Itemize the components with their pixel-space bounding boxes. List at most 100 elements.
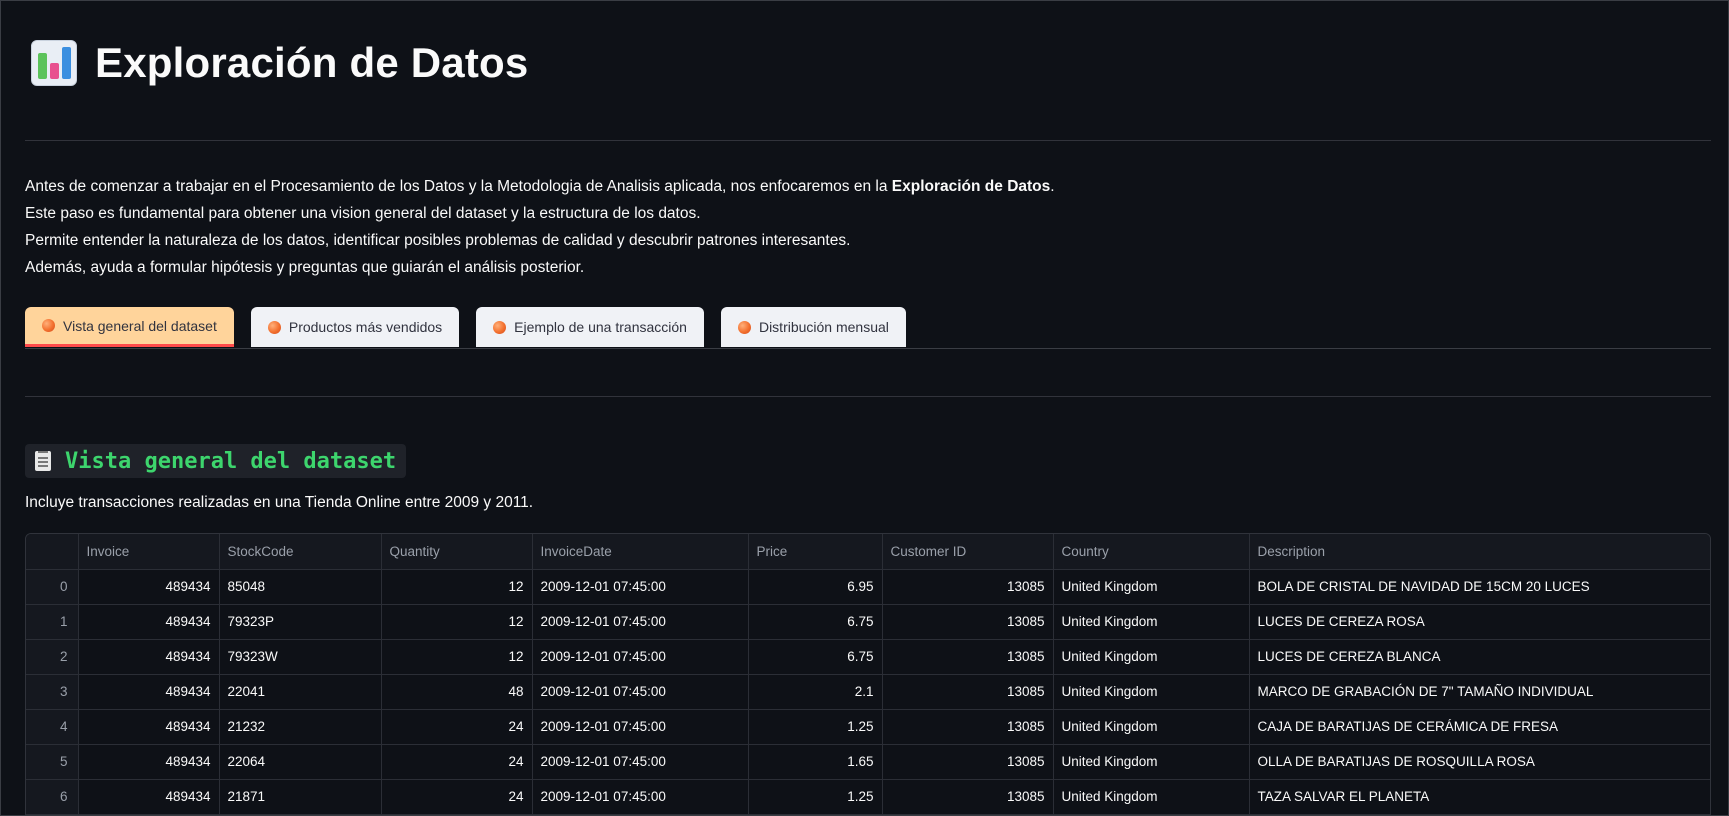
row-index: 4 bbox=[26, 709, 79, 745]
table-cell[interactable]: 13085 bbox=[882, 744, 1054, 780]
row-index: 1 bbox=[26, 604, 79, 640]
table-cell[interactable]: 13085 bbox=[882, 709, 1054, 745]
tab-distribucion-mensual[interactable]: Distribución mensual bbox=[720, 307, 906, 347]
table-cell[interactable]: 489434 bbox=[78, 604, 220, 640]
orange-dot-icon bbox=[493, 320, 507, 334]
table-cell[interactable]: 489434 bbox=[78, 779, 220, 815]
table-cell[interactable]: 21871 bbox=[219, 779, 382, 815]
table-cell[interactable]: 489434 bbox=[78, 709, 220, 745]
intro-line-1: Antes de comenzar a trabajar en el Proce… bbox=[25, 178, 1055, 195]
column-header[interactable]: InvoiceDate bbox=[532, 534, 749, 570]
tab-productos-mas-vendidos[interactable]: Productos más vendidos bbox=[250, 307, 460, 347]
table-cell[interactable]: BOLA DE CRISTAL DE NAVIDAD DE 15CM 20 LU… bbox=[1249, 569, 1710, 605]
tab-vista-general[interactable]: Vista general del dataset bbox=[25, 307, 234, 347]
table-cell[interactable]: 21232 bbox=[219, 709, 382, 745]
row-index: 2 bbox=[26, 639, 79, 675]
table-cell[interactable]: LUCES DE CEREZA BLANCA bbox=[1249, 639, 1710, 675]
table-cell[interactable]: 1.25 bbox=[748, 779, 883, 815]
divider bbox=[25, 396, 1711, 397]
table-cell[interactable]: LUCES DE CEREZA ROSA bbox=[1249, 604, 1710, 640]
table-cell[interactable]: 13085 bbox=[882, 779, 1054, 815]
table-cell[interactable]: 2009-12-01 07:45:00 bbox=[532, 569, 749, 605]
table-cell[interactable]: TAZA SALVAR EL PLANETA bbox=[1249, 779, 1710, 815]
table-cell[interactable]: 489434 bbox=[78, 744, 220, 780]
table-cell[interactable]: 48 bbox=[381, 674, 533, 710]
table-cell[interactable]: 12 bbox=[381, 639, 533, 675]
table-cell[interactable]: OLLA DE BARATIJAS DE ROSQUILLA ROSA bbox=[1249, 744, 1710, 780]
tab-label: Vista general del dataset bbox=[63, 317, 217, 334]
tab-label: Ejemplo de una transacción bbox=[514, 319, 687, 335]
table-cell[interactable]: 12 bbox=[381, 604, 533, 640]
column-header[interactable]: Country bbox=[1053, 534, 1250, 570]
table-cell[interactable]: MARCO DE GRABACIÓN DE 7" TAMAÑO INDIVIDU… bbox=[1249, 674, 1710, 710]
table-row[interactable]: 0 489434 85048 12 2009-12-01 07:45:00 6.95 130… bbox=[26, 569, 1710, 605]
table-cell[interactable]: 13085 bbox=[882, 674, 1054, 710]
table-cell[interactable]: 489434 bbox=[78, 569, 220, 605]
table-cell[interactable]: 2009-12-01 07:45:00 bbox=[532, 709, 749, 745]
table-cell[interactable]: 2009-12-01 07:45:00 bbox=[532, 779, 749, 815]
orange-dot-icon bbox=[42, 319, 55, 332]
column-header[interactable]: Customer ID bbox=[882, 534, 1054, 570]
table-cell[interactable]: 22064 bbox=[219, 744, 382, 780]
table-cell[interactable]: 22041 bbox=[219, 674, 382, 710]
column-header[interactable]: Price bbox=[748, 534, 883, 570]
table-cell[interactable]: 24 bbox=[381, 779, 533, 815]
table-row[interactable]: 4 489434 21232 24 2009-12-01 07:45:00 1.25 130… bbox=[26, 709, 1710, 745]
column-header[interactable]: Quantity bbox=[381, 534, 533, 570]
table-cell[interactable]: United Kingdom bbox=[1053, 569, 1250, 605]
table-cell[interactable]: 2.1 bbox=[748, 674, 883, 710]
table-cell[interactable]: CAJA DE BARATIJAS DE CERÁMICA DE FRESA bbox=[1249, 709, 1710, 745]
table-cell[interactable]: 1.25 bbox=[748, 709, 883, 745]
divider bbox=[25, 140, 1711, 141]
table-cell[interactable]: United Kingdom bbox=[1053, 604, 1250, 640]
table-row[interactable]: 2 489434 79323W 12 2009-12-01 07:45:00 6.75 13… bbox=[26, 639, 1710, 675]
table-cell[interactable]: 24 bbox=[381, 744, 533, 780]
table-row[interactable]: 5 489434 22064 24 2009-12-01 07:45:00 1.65 130… bbox=[26, 744, 1710, 780]
table-row[interactable]: 3 489434 22041 48 2009-12-01 07:45:00 2.1 1308… bbox=[26, 674, 1710, 710]
table-cell[interactable]: 79323W bbox=[219, 639, 382, 675]
table-cell[interactable]: United Kingdom bbox=[1053, 779, 1250, 815]
column-header[interactable]: Invoice bbox=[78, 534, 220, 570]
table-cell[interactable]: 1.65 bbox=[748, 744, 883, 780]
data-table[interactable]: Invoice StockCode Quantity InvoiceDate P… bbox=[25, 533, 1711, 815]
column-header[interactable]: Description bbox=[1249, 534, 1710, 570]
row-index: 3 bbox=[26, 674, 79, 710]
table-cell[interactable]: 6.75 bbox=[748, 639, 883, 675]
orange-dot-icon bbox=[737, 320, 751, 334]
table-cell[interactable]: United Kingdom bbox=[1053, 744, 1250, 780]
table-cell[interactable]: 13085 bbox=[882, 639, 1054, 675]
table-cell[interactable]: 489434 bbox=[78, 674, 220, 710]
section-description: Incluye transacciones realizadas en una … bbox=[25, 494, 534, 511]
table-cell[interactable]: 2009-12-01 07:45:00 bbox=[532, 744, 749, 780]
tab-label: Productos más vendidos bbox=[288, 319, 443, 335]
table-cell[interactable]: 12 bbox=[381, 569, 533, 605]
table-row[interactable]: 1 489434 79323P 12 2009-12-01 07:45:00 6.75 13… bbox=[26, 604, 1710, 640]
intro-text: Antes de comenzar a trabajar en el Proce… bbox=[25, 173, 1625, 281]
table-cell[interactable]: 2009-12-01 07:45:00 bbox=[532, 639, 749, 675]
table-cell[interactable]: 489434 bbox=[78, 639, 220, 675]
table-cell[interactable]: 6.95 bbox=[748, 569, 883, 605]
intro-line-2: Este paso es fundamental para obtener un… bbox=[25, 205, 701, 222]
row-index: 6 bbox=[26, 779, 79, 815]
table-header-row: Invoice StockCode Quantity InvoiceDate P… bbox=[26, 534, 1710, 570]
table-cell[interactable]: 13085 bbox=[882, 569, 1054, 605]
row-index: 0 bbox=[26, 569, 79, 605]
table-cell[interactable]: United Kingdom bbox=[1053, 674, 1250, 710]
column-header[interactable]: StockCode bbox=[219, 534, 382, 570]
table-cell[interactable]: United Kingdom bbox=[1053, 709, 1250, 745]
table-cell[interactable]: 79323P bbox=[219, 604, 382, 640]
table-cell[interactable]: 6.75 bbox=[748, 604, 883, 640]
section-header: Vista general del dataset bbox=[25, 444, 407, 478]
table-row[interactable]: 6 489434 21871 24 2009-12-01 07:45:00 1.25 130… bbox=[26, 779, 1710, 815]
table-cell[interactable]: 2009-12-01 07:45:00 bbox=[532, 604, 749, 640]
table-cell[interactable]: United Kingdom bbox=[1053, 639, 1250, 675]
tab-ejemplo-transaccion[interactable]: Ejemplo de una transacción bbox=[476, 307, 704, 347]
orange-dot-icon bbox=[267, 320, 281, 334]
table-cell[interactable]: 2009-12-01 07:45:00 bbox=[532, 674, 749, 710]
table-cell[interactable]: 13085 bbox=[882, 604, 1054, 640]
table-cell[interactable]: 24 bbox=[381, 709, 533, 745]
page-title: Exploración de Datos bbox=[95, 39, 529, 86]
table-cell[interactable]: 85048 bbox=[219, 569, 382, 605]
bar-chart-icon bbox=[31, 40, 77, 86]
intro-line-3: Permite entender la naturaleza de los da… bbox=[25, 232, 851, 249]
